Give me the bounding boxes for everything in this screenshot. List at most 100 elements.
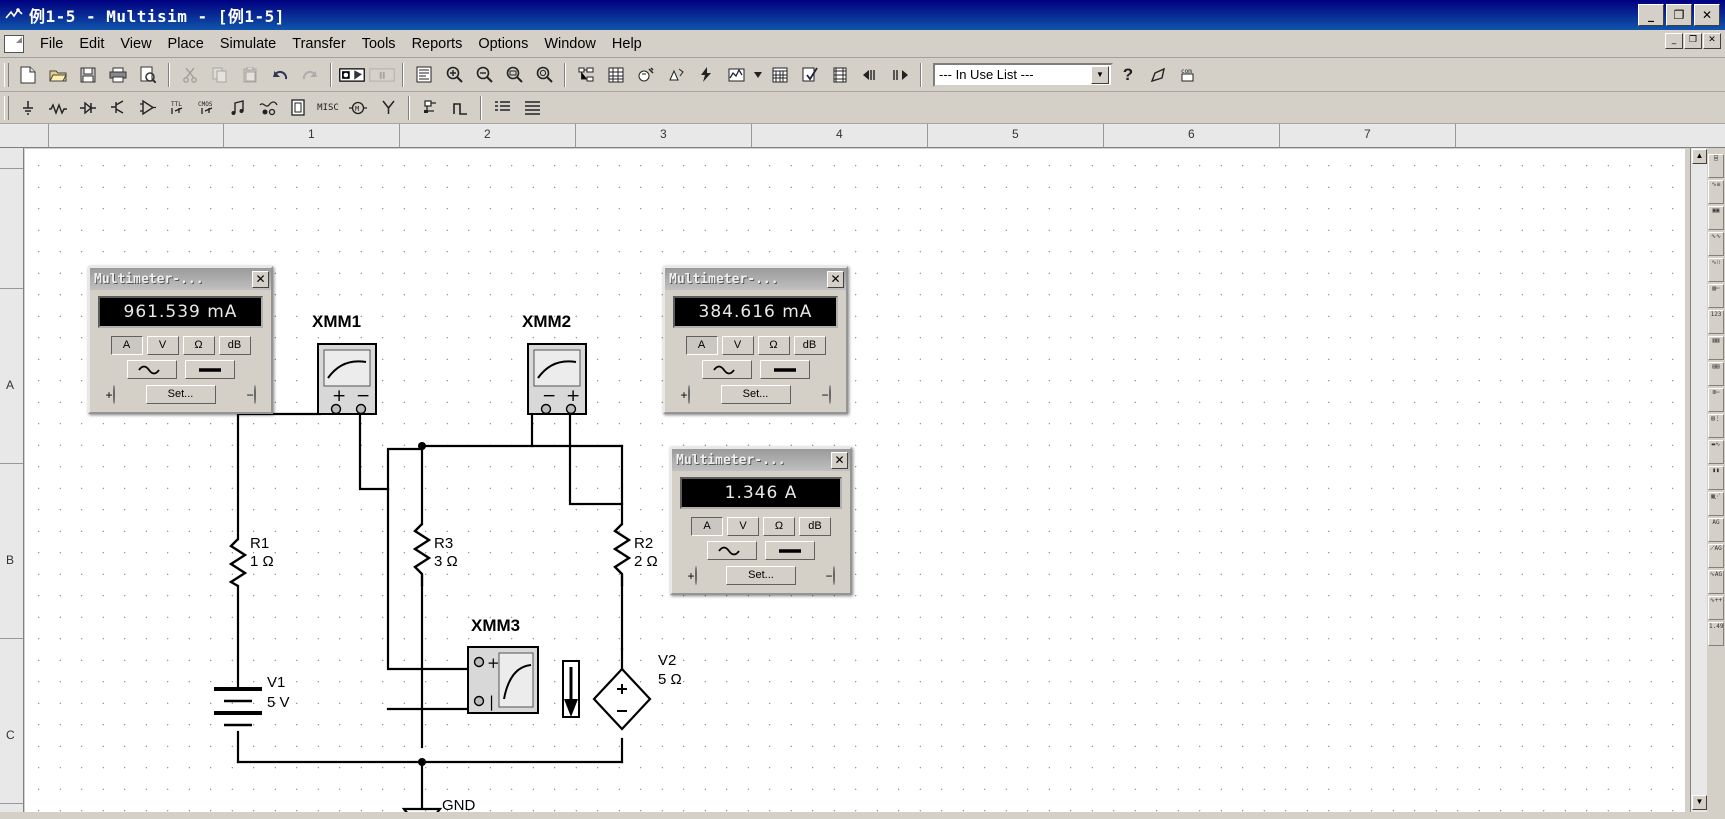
dc-mode-button[interactable] (184, 360, 235, 379)
close-icon[interactable]: ✕ (252, 270, 269, 288)
frequency-counter-icon[interactable]: 123 (1708, 310, 1724, 334)
grapher-icon[interactable] (722, 62, 750, 88)
multimeter-window-xmm1[interactable]: Multimeter-... ✕ 961.539 mA A V Ω dB + S… (88, 266, 273, 414)
mdi-close-button[interactable]: ✕ (1703, 33, 1721, 49)
redo-icon[interactable] (296, 62, 324, 88)
multimeter-titlebar[interactable]: Multimeter-... ✕ (90, 268, 271, 290)
toolbar-grip[interactable] (4, 62, 9, 87)
graphic-annotation-icon[interactable] (662, 62, 690, 88)
menu-item-edit[interactable]: Edit (71, 33, 112, 55)
place-analog-icon[interactable] (134, 95, 162, 121)
close-icon[interactable]: ✕ (827, 270, 844, 288)
undo-icon[interactable] (266, 62, 294, 88)
multimeter-window-xmm2[interactable]: Multimeter-... ✕ 384.616 mA A V Ω dB + S… (663, 266, 848, 414)
zoom-area-icon[interactable] (500, 62, 528, 88)
place-indicator-icon[interactable] (284, 95, 312, 121)
scroll-down-arrow-icon[interactable]: ▼ (1692, 795, 1707, 810)
mdi-minimize-button[interactable]: _ (1665, 33, 1683, 49)
terminal-negative[interactable]: − (818, 566, 842, 585)
back-annotate-icon[interactable] (856, 62, 884, 88)
terminal-negative[interactable]: − (239, 385, 263, 404)
mdi-restore-button[interactable]: ❐ (1684, 33, 1702, 49)
measurement-probe-icon[interactable]: 1.49 (1708, 622, 1724, 646)
capture-screen-icon[interactable] (796, 62, 824, 88)
close-icon[interactable]: ✕ (831, 451, 848, 469)
postprocessor-icon[interactable] (766, 62, 794, 88)
place-diode-icon[interactable] (74, 95, 102, 121)
place-basic-icon[interactable] (44, 95, 72, 121)
place-electromechanical-icon[interactable] (416, 95, 444, 121)
mode-voltage-button[interactable]: V (727, 517, 759, 536)
window-close-button[interactable]: ✕ (1694, 4, 1720, 26)
menu-item-help[interactable]: Help (604, 33, 650, 55)
zoom-fit-icon[interactable] (530, 62, 558, 88)
agilent-oscilloscope-icon[interactable]: ∿AG (1708, 570, 1724, 594)
place-transistor-icon[interactable] (104, 95, 132, 121)
iv-analyzer-icon[interactable]: ▤⋮ (1708, 414, 1724, 438)
mode-decibel-button[interactable]: dB (218, 336, 251, 355)
mode-decibel-button[interactable]: dB (793, 336, 826, 355)
place-advanced-peripherals-icon[interactable]: M (344, 95, 372, 121)
menu-item-simulate[interactable]: Simulate (212, 33, 284, 55)
save-icon[interactable] (74, 62, 102, 88)
menu-item-place[interactable]: Place (160, 33, 212, 55)
instruments-multimeter-icon[interactable]: ⌸ (1708, 154, 1724, 178)
four-channel-oscilloscope-icon[interactable]: ∿∷ (1708, 258, 1724, 282)
toolbar-grip[interactable] (4, 95, 9, 120)
place-cmos-icon[interactable]: CMOS (194, 95, 222, 121)
zoom-out-icon[interactable] (470, 62, 498, 88)
terminal-positive[interactable]: + (673, 385, 697, 404)
spreadsheet-view-icon[interactable] (602, 62, 630, 88)
design-toolbox-icon[interactable] (572, 62, 600, 88)
parts-bin-icon[interactable] (826, 62, 854, 88)
bode-plotter-icon[interactable]: ▨⋯ (1708, 284, 1724, 308)
copy-icon[interactable] (206, 62, 234, 88)
mode-voltage-button[interactable]: V (721, 336, 754, 355)
word-generator-icon[interactable]: ▥▥ (1708, 336, 1724, 360)
oscilloscope-icon[interactable]: ∿∿ (1708, 232, 1724, 256)
logic-analyzer-icon[interactable]: ▤▤ (1708, 362, 1724, 386)
new-icon[interactable] (14, 62, 42, 88)
run-simulation-icon[interactable] (338, 62, 366, 88)
function-generator-icon[interactable]: ∿≡ (1708, 180, 1724, 204)
place-misc-icon[interactable]: MISC (314, 95, 342, 121)
print-preview-icon[interactable] (134, 62, 162, 88)
network-analyzer-icon[interactable]: ▦⋰ (1708, 492, 1724, 516)
logic-converter-icon[interactable]: ≣⋯ (1708, 388, 1724, 412)
terminal-positive[interactable]: + (680, 566, 704, 585)
menu-item-transfer[interactable]: Transfer (284, 33, 353, 55)
mode-current-button[interactable]: A (110, 336, 143, 355)
settings-button[interactable]: Set... (726, 566, 796, 585)
list-view-icon[interactable] (488, 95, 516, 121)
agilent-function-generator-icon[interactable]: AG (1708, 518, 1724, 542)
terminal-positive[interactable]: + (98, 385, 122, 404)
menu-item-view[interactable]: View (112, 33, 159, 55)
com-icon[interactable]: com (1174, 62, 1202, 88)
database-icon[interactable] (410, 62, 438, 88)
multimeter-titlebar[interactable]: Multimeter-... ✕ (672, 449, 850, 471)
quick-help-icon[interactable] (1144, 62, 1172, 88)
menu-item-window[interactable]: Window (536, 33, 604, 55)
electrical-rules-check-icon[interactable] (692, 62, 720, 88)
settings-button[interactable]: Set... (145, 385, 216, 404)
tektronix-oscilloscope-icon[interactable]: ∿++ (1708, 596, 1724, 620)
schematic-canvas[interactable]: + − − + + | XMM1 XMM2 XMM3 R1 1 Ω R2 2 Ω… (25, 149, 1685, 812)
window-titlebar[interactable]: 例1-5 - Multisim - [例1-5] _ ❐ ✕ (0, 0, 1725, 30)
mode-voltage-button[interactable]: V (146, 336, 179, 355)
wattmeter-icon[interactable]: ▣▣ (1708, 206, 1724, 230)
menu-item-tools[interactable]: Tools (354, 33, 404, 55)
window-maximize-button[interactable]: ❐ (1666, 4, 1692, 26)
in-use-list-select[interactable]: --- In Use List --- ▼ (933, 62, 1113, 87)
cut-icon[interactable] (176, 62, 204, 88)
zoom-in-icon[interactable] (440, 62, 468, 88)
terminal-negative[interactable]: − (814, 385, 838, 404)
print-icon[interactable] (104, 62, 132, 88)
window-minimize-button[interactable]: _ (1638, 4, 1664, 26)
place-ladder-icon[interactable] (446, 95, 474, 121)
dc-mode-button[interactable] (759, 360, 810, 379)
mode-resistance-button[interactable]: Ω (763, 517, 795, 536)
document-icon[interactable] (4, 34, 24, 53)
place-rf-icon[interactable] (374, 95, 402, 121)
mode-resistance-button[interactable]: Ω (182, 336, 215, 355)
detail-view-icon[interactable] (518, 95, 546, 121)
